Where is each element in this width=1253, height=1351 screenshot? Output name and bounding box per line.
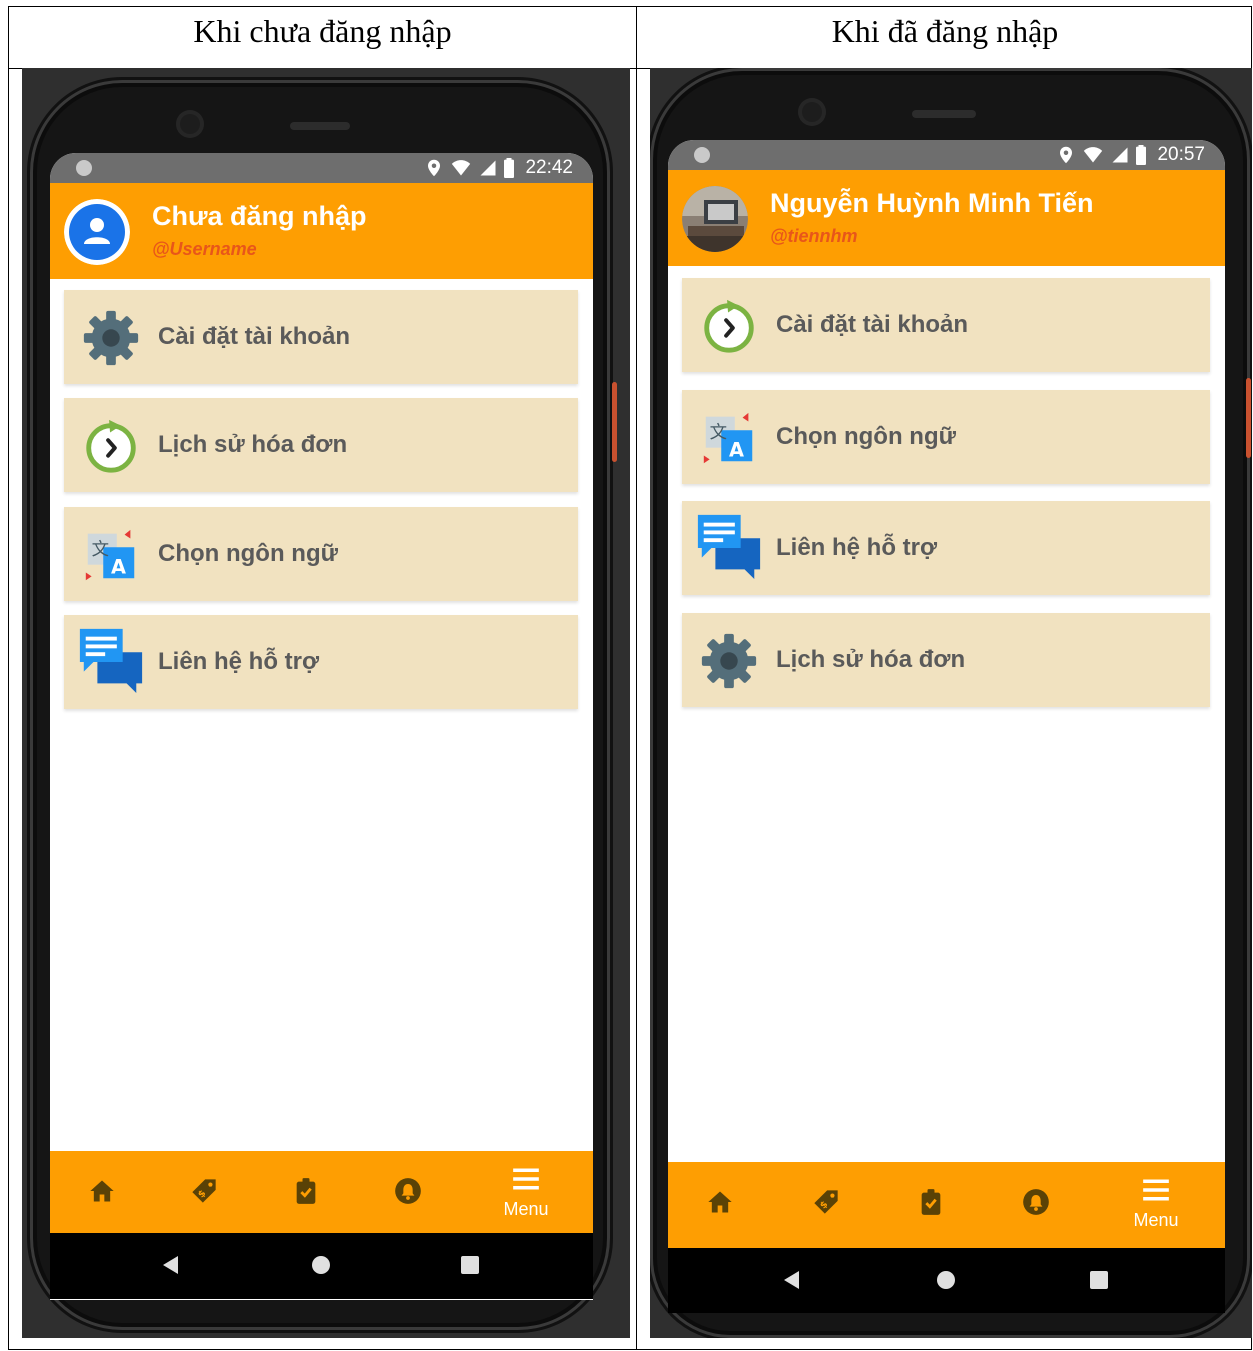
system-navigation-bar [50,1233,593,1299]
front-camera [176,110,204,138]
menu-item-label: Lịch sử hóa đơn [158,431,348,458]
menu-item-invoice-history[interactable]: Lịch sử hóa đơn [682,613,1210,707]
nav-menu[interactable]: Menu [1116,1162,1196,1244]
menu-item-language[interactable]: Chọn ngôn ngữ [64,507,578,601]
back-icon[interactable] [783,1270,801,1290]
hamburger-menu-icon [1142,1176,1170,1204]
menu-item-label: Lịch sử hóa đơn [776,646,966,673]
notification-dot [694,147,710,163]
right-phone-panel: 20:57 Nguyễn Huỳnh Minh Tiến @tiennhm Cà… [650,68,1252,1338]
column-divider [636,7,637,1349]
battery-icon [503,158,515,178]
menu-item-label: Cài đặt tài khoản [158,323,351,350]
home-circle-icon[interactable] [311,1255,331,1275]
translate-icon [80,524,142,586]
left-phone-screen: 22:42 Chưa đăng nhập @Username Cài đặt t… [50,153,593,1300]
nav-notifications[interactable] [368,1151,448,1233]
nav-orders[interactable] [891,1162,971,1244]
menu-item-label: Chọn ngôn ngữ [158,540,338,567]
home-icon [706,1188,734,1216]
history-icon [80,415,142,477]
menu-item-support[interactable]: Liên hệ hỗ trợ [682,501,1210,595]
history-icon [698,295,760,357]
gear-icon [80,307,142,369]
menu-item-label: Cài đặt tài khoản [776,311,969,338]
nav-menu-label: Menu [503,1199,549,1219]
profile-name: Nguyễn Huỳnh Minh Tiến [770,188,1094,218]
wifi-icon [1081,145,1105,165]
profile-name: Chưa đăng nhập [152,201,367,231]
tag-icon [812,1188,840,1216]
earpiece-speaker [290,122,350,130]
power-button[interactable] [1246,378,1251,458]
location-icon [1057,145,1075,165]
location-icon [425,158,443,178]
left-phone-panel: 22:42 Chưa đăng nhập @Username Cài đặt t… [22,68,630,1338]
nav-home[interactable] [680,1162,760,1244]
nav-orders[interactable] [266,1151,346,1233]
tag-icon [190,1177,218,1205]
earpiece-speaker [912,110,976,118]
translate-icon [698,407,760,469]
nav-home[interactable] [62,1151,142,1233]
system-navigation-bar [668,1248,1225,1313]
power-button[interactable] [612,382,617,462]
menu-item-language[interactable]: Chọn ngôn ngữ [682,390,1210,484]
nav-menu[interactable]: Menu [486,1151,566,1233]
menu-item-label: Liên hệ hỗ trợ [776,534,938,561]
recents-icon[interactable] [461,1256,479,1274]
hamburger-menu-icon [512,1165,540,1193]
signal-icon [1111,146,1129,164]
right-phone-screen: 20:57 Nguyễn Huỳnh Minh Tiến @tiennhm Cà… [668,140,1225,1313]
avatar[interactable] [682,186,748,252]
avatar[interactable] [64,199,130,265]
profile-header[interactable]: Chưa đăng nhập @Username [50,183,593,279]
left-column-heading: Khi chưa đăng nhập [193,13,452,49]
bottom-navigation: Menu [50,1151,593,1233]
battery-icon [1135,145,1147,165]
profile-username: @tiennhm [770,226,858,246]
menu-item-account-settings[interactable]: Cài đặt tài khoản [682,278,1210,372]
right-column-heading: Khi đã đăng nhập [831,13,1059,49]
home-circle-icon[interactable] [936,1270,956,1290]
clipboard-icon [292,1177,320,1205]
recents-icon[interactable] [1090,1271,1108,1289]
status-time: 20:57 [1157,144,1205,165]
bell-icon [1022,1188,1050,1216]
menu-item-invoice-history[interactable]: Lịch sử hóa đơn [64,398,578,492]
bell-icon [394,1177,422,1205]
signal-icon [479,159,497,177]
nav-deals[interactable] [164,1151,244,1233]
wifi-icon [449,158,473,178]
front-camera [798,98,826,126]
profile-header[interactable]: Nguyễn Huỳnh Minh Tiến @tiennhm [668,170,1225,266]
status-time: 22:42 [525,157,573,178]
bottom-navigation: Menu [668,1162,1225,1248]
menu-item-support[interactable]: Liên hệ hỗ trợ [64,615,578,709]
clipboard-icon [917,1188,945,1216]
nav-deals[interactable] [786,1162,866,1244]
notification-dot [76,160,92,176]
menu-item-label: Chọn ngôn ngữ [776,423,956,450]
nav-notifications[interactable] [996,1162,1076,1244]
home-icon [88,1177,116,1205]
menu-item-label: Liên hệ hỗ trợ [158,648,320,675]
chat-icon [76,625,146,695]
status-bar: 22:42 [50,153,593,183]
menu-item-account-settings[interactable]: Cài đặt tài khoản [64,290,578,384]
chat-icon [694,511,764,581]
nav-menu-label: Menu [1133,1210,1179,1230]
status-bar: 20:57 [668,140,1225,170]
back-icon[interactable] [162,1255,180,1275]
gear-icon [698,630,760,692]
profile-username: @Username [152,239,257,259]
